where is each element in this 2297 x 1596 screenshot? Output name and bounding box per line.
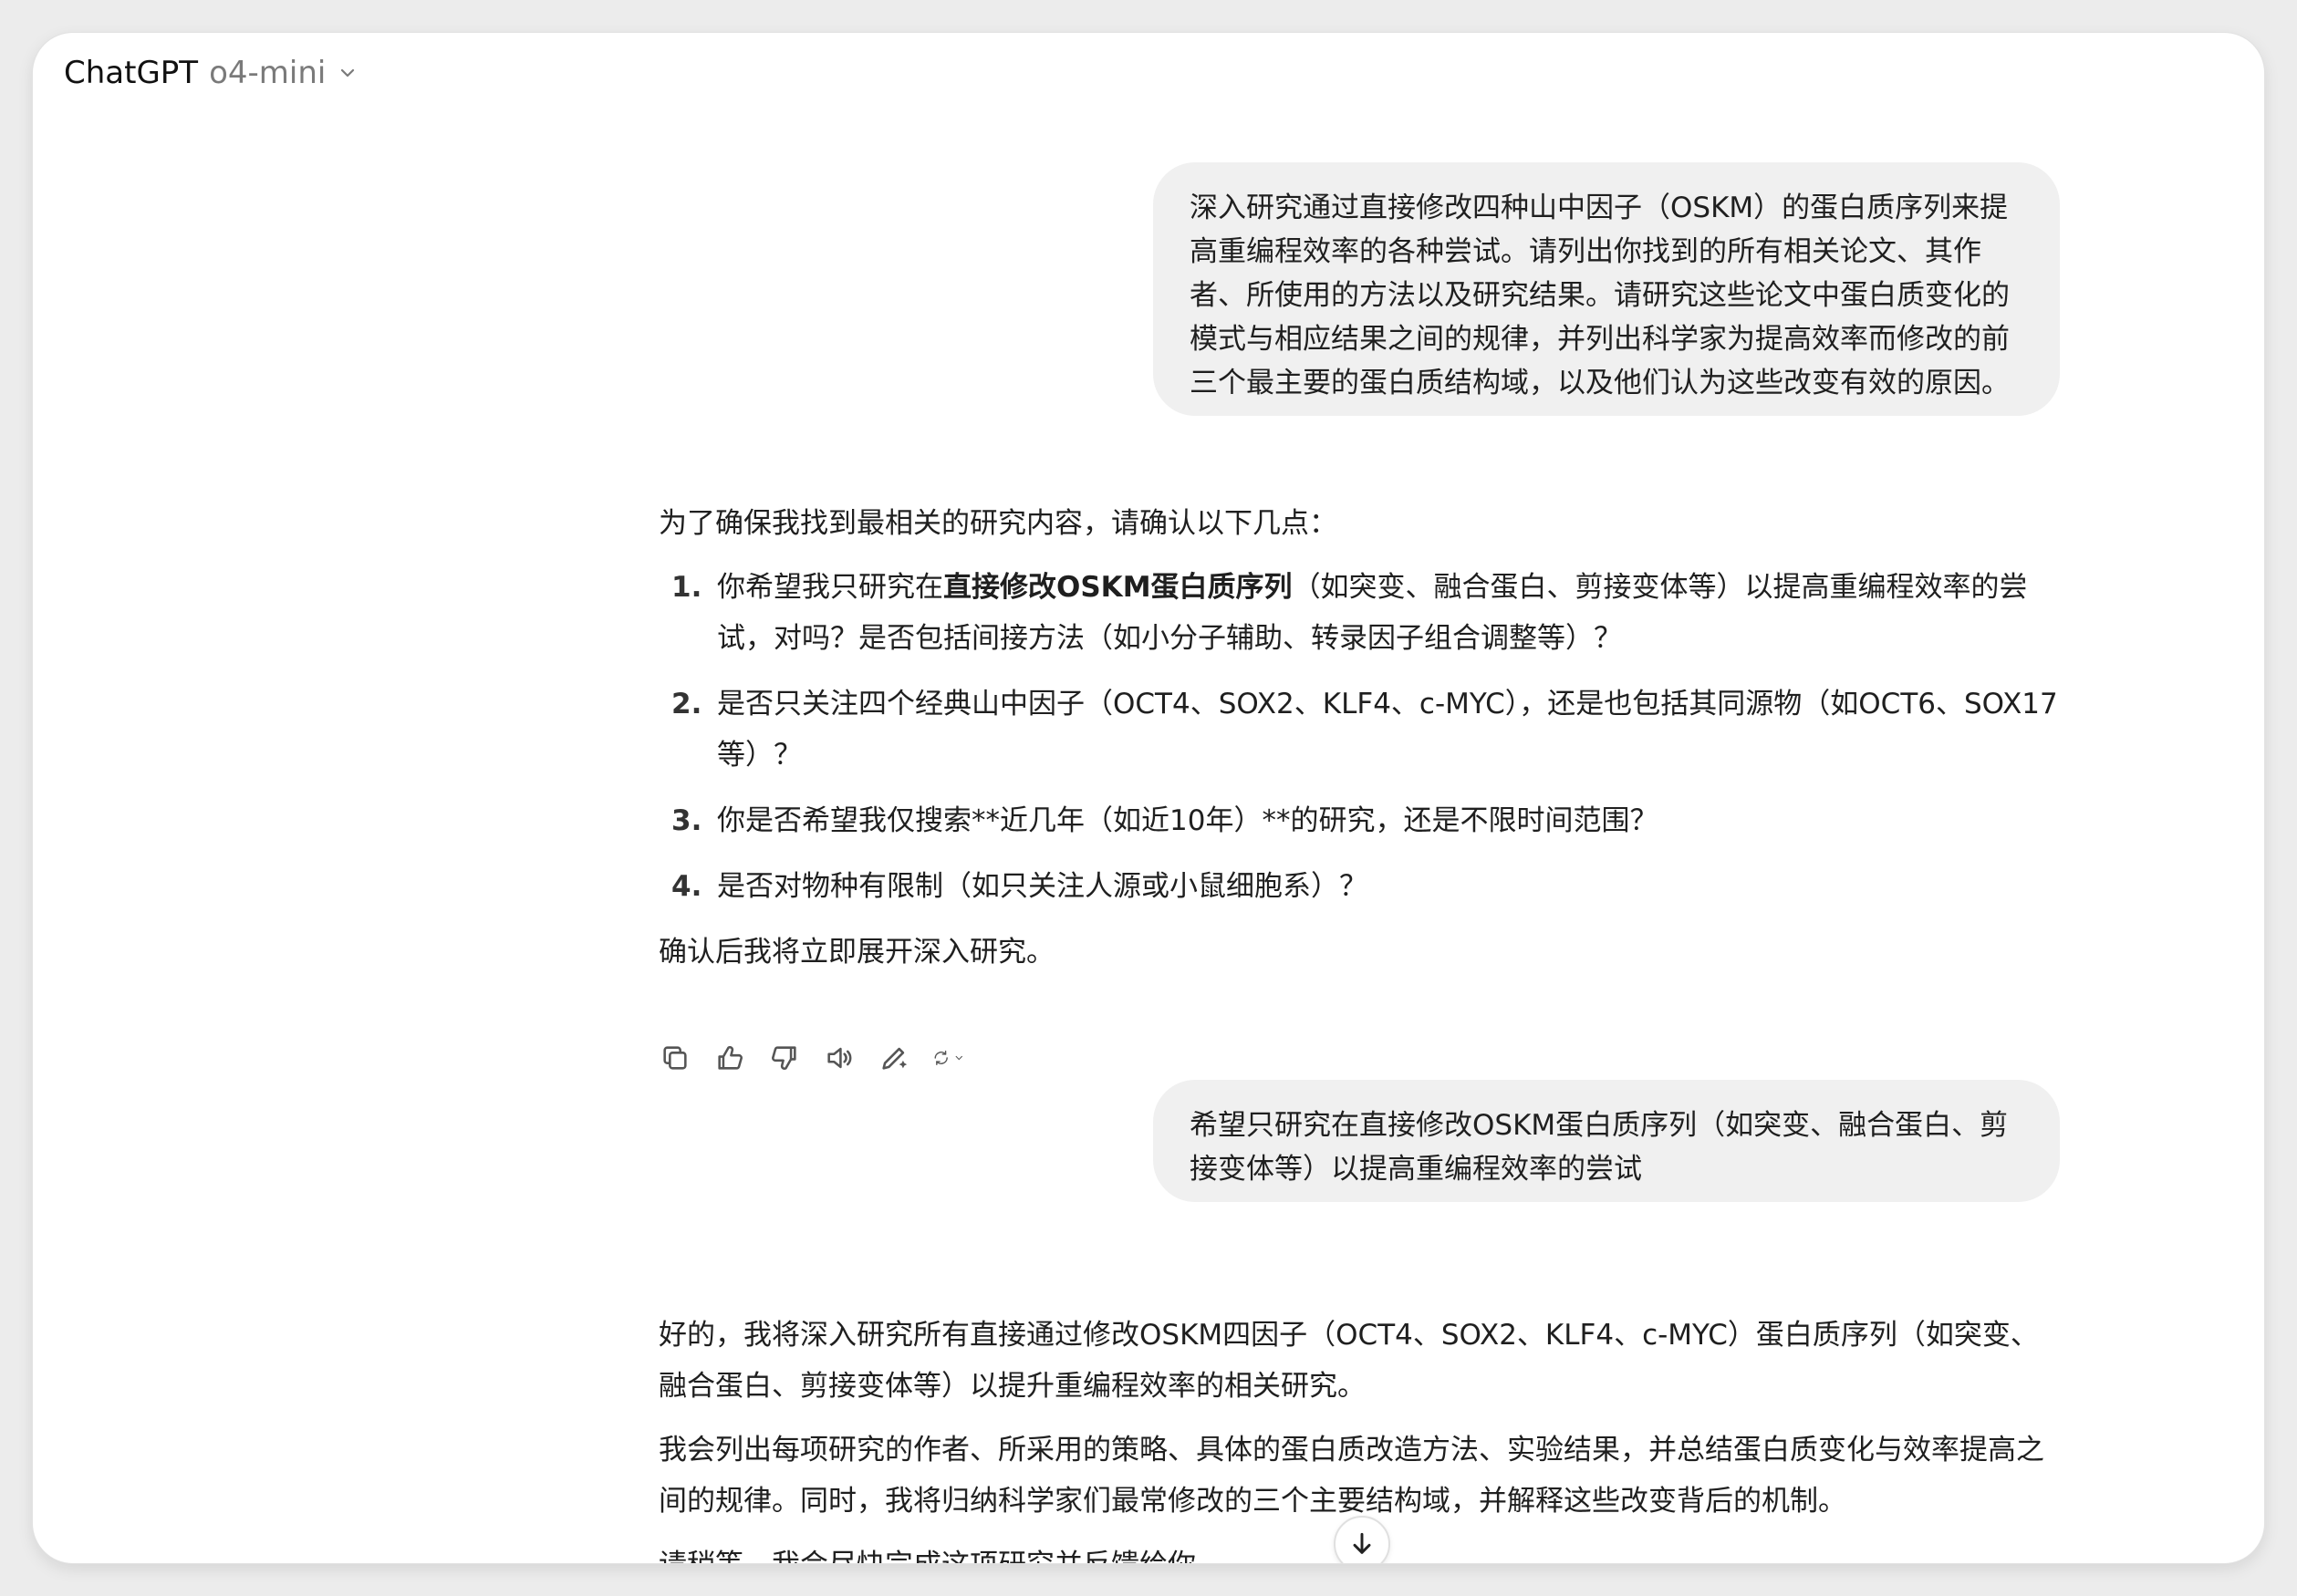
- assistant-message: 为了确保我找到最相关的研究内容，请确认以下几点： 1. 你希望我只研究在直接修改…: [659, 498, 2060, 978]
- chevron-down-icon: [337, 61, 360, 85]
- read-aloud-icon[interactable]: [823, 1042, 856, 1074]
- assistant-intro: 为了确保我找到最相关的研究内容，请确认以下几点：: [659, 507, 1337, 540]
- question-list: 1. 你希望我只研究在直接修改OSKM蛋白质序列（如突变、融合蛋白、剪接变体等）…: [659, 562, 2060, 912]
- list-text: 是否对物种有限制（如只关注人源或小鼠细胞系）？: [717, 870, 1367, 903]
- list-item: 4. 是否对物种有限制（如只关注人源或小鼠细胞系）？: [659, 861, 2060, 912]
- model-selector[interactable]: ChatGPT o4-mini: [64, 47, 360, 98]
- list-number: 3.: [671, 804, 702, 837]
- edit-icon[interactable]: [878, 1042, 910, 1074]
- list-text-bold: 直接修改OSKM蛋白质序列: [943, 571, 1293, 604]
- user-message: 希望只研究在直接修改OSKM蛋白质序列（如突变、融合蛋白、剪接变体等）以提高重编…: [1153, 1080, 2060, 1202]
- list-item: 2. 是否只关注四个经典山中因子（OCT4、SOX2、KLF4、c-MYC），还…: [659, 679, 2060, 781]
- list-item: 3. 你是否希望我仅搜索**近几年（如近10年）**的研究，还是不限时间范围？: [659, 795, 2060, 846]
- thumbs-down-icon[interactable]: [768, 1042, 801, 1074]
- thumbs-up-icon[interactable]: [713, 1042, 746, 1074]
- regenerate-icon[interactable]: [932, 1042, 965, 1074]
- arrow-down-icon: [1353, 1532, 1371, 1554]
- assistant-outro: 确认后我将立即展开深入研究。: [659, 936, 1055, 969]
- list-item: 1. 你希望我只研究在直接修改OSKM蛋白质序列（如突变、融合蛋白、剪接变体等）…: [659, 562, 2060, 664]
- assistant-paragraph: 好的，我将深入研究所有直接通过修改OSKM四因子（OCT4、SOX2、KLF4、…: [659, 1319, 2039, 1403]
- chevron-down-icon: [956, 1055, 963, 1061]
- app-name: ChatGPT: [64, 55, 199, 91]
- user-message: 深入研究通过直接修改四种山中因子（OSKM）的蛋白质序列来提高重编程效率的各种尝…: [1153, 162, 2060, 416]
- user-message-text: 希望只研究在直接修改OSKM蛋白质序列（如突变、融合蛋白、剪接变体等）以提高重编…: [1190, 1109, 2009, 1186]
- list-text: 是否只关注四个经典山中因子（OCT4、SOX2、KLF4、c-MYC），还是也包…: [717, 688, 2058, 772]
- list-number: 4.: [671, 870, 702, 903]
- message-actions: [659, 1042, 965, 1074]
- list-text: 你是否希望我仅搜索**近几年（如近10年）**的研究，还是不限时间范围？: [717, 804, 1658, 837]
- assistant-paragraph: 我会列出每项研究的作者、所采用的策略、具体的蛋白质改造方法、实验结果，并总结蛋白…: [659, 1434, 2044, 1518]
- model-name: o4-mini: [209, 55, 327, 91]
- copy-icon[interactable]: [659, 1042, 691, 1074]
- list-text: 你希望我只研究在: [717, 571, 943, 604]
- user-message-text: 深入研究通过直接修改四种山中因子（OSKM）的蛋白质序列来提高重编程效率的各种尝…: [1190, 192, 2010, 399]
- list-number: 1.: [671, 571, 702, 604]
- chat-window: ChatGPT o4-mini 深入研究通过直接修改四种山中因子（OSKM）的蛋…: [33, 33, 2264, 1563]
- list-number: 2.: [671, 688, 702, 720]
